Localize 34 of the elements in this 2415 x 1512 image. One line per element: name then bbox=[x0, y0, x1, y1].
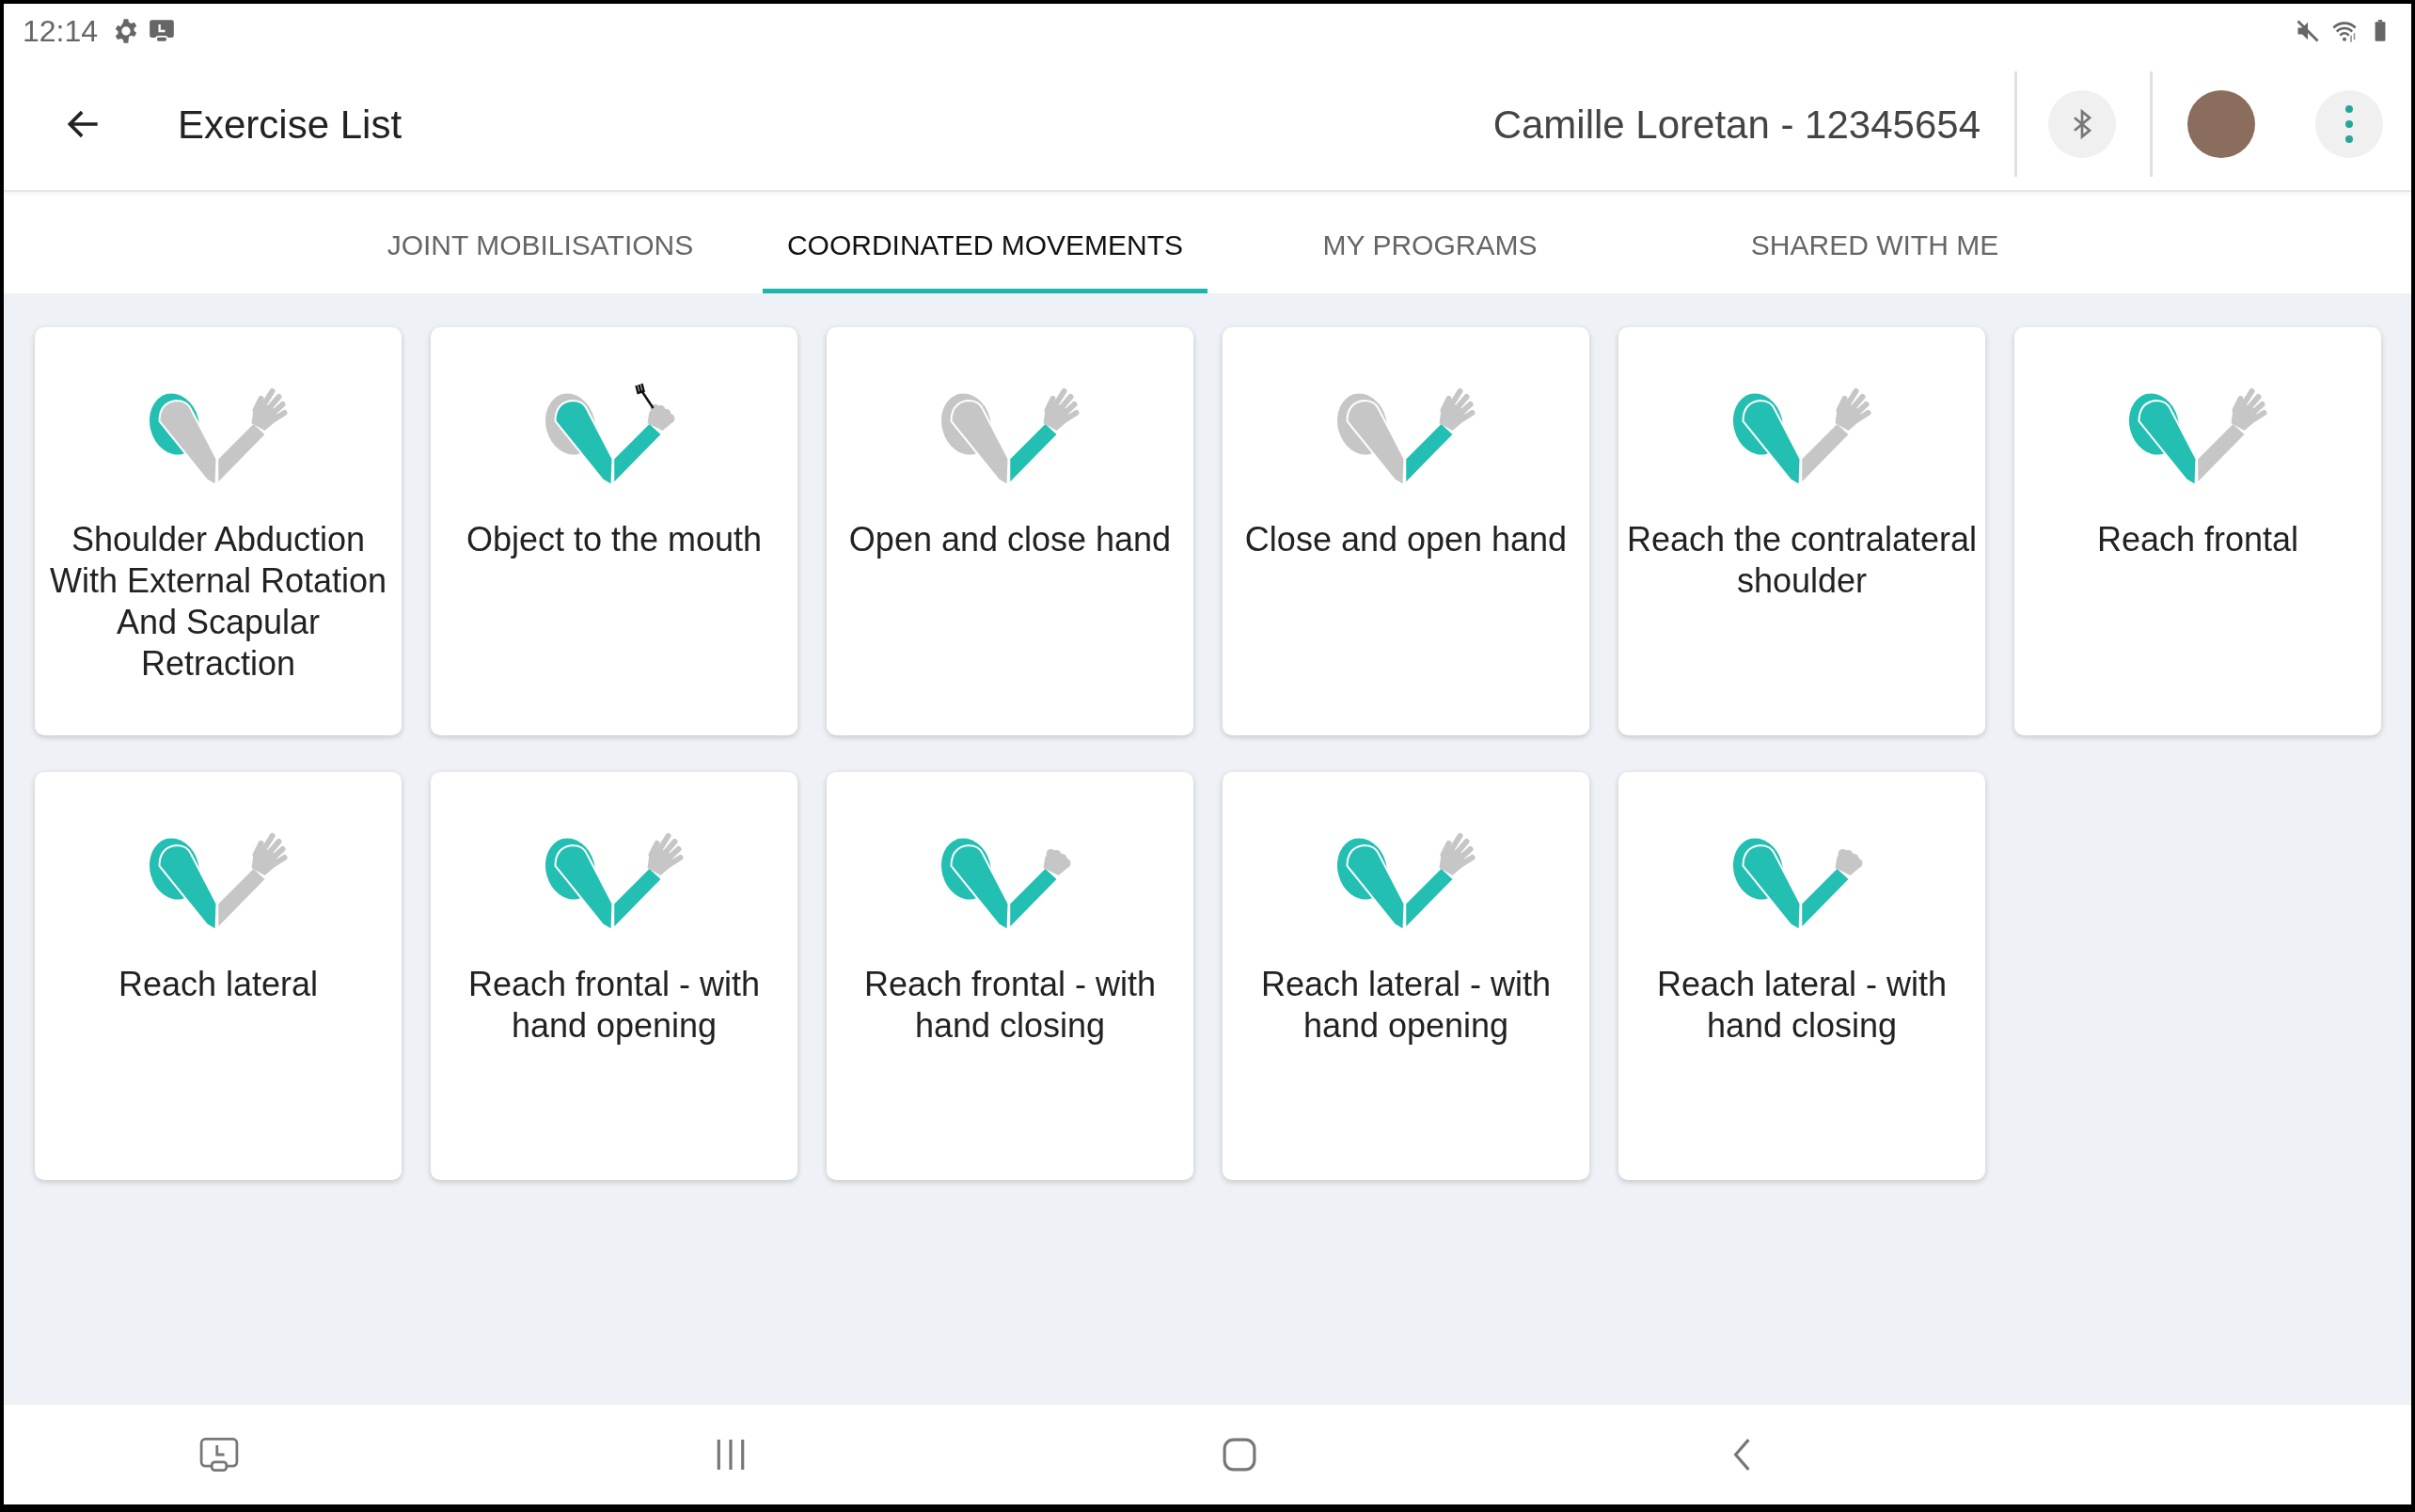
mute-icon bbox=[2295, 18, 2321, 44]
exercise-title: Close and open hand bbox=[1244, 519, 1568, 560]
screen-recorder-icon[interactable] bbox=[198, 1436, 240, 1473]
status-time: 12:14 bbox=[23, 13, 99, 50]
recent-apps-icon[interactable] bbox=[716, 1438, 747, 1472]
home-icon[interactable] bbox=[1222, 1438, 1256, 1472]
exercise-title: Reach frontal - with hand closing bbox=[862, 964, 1158, 1047]
exercise-card[interactable]: Reach frontal - with hand opening bbox=[431, 772, 797, 1180]
exercise-card[interactable]: Reach lateral - with hand closing bbox=[1618, 772, 1985, 1180]
exercise-card[interactable]: Reach lateral - with hand opening bbox=[1223, 772, 1589, 1180]
exercise-card[interactable]: Open and close hand bbox=[827, 327, 1193, 735]
patient-name: Camille Loretan - 12345654 bbox=[1492, 101, 1981, 149]
exercise-title: Reach the contralateral shoulder bbox=[1625, 519, 1979, 602]
exercise-title: Reach frontal bbox=[2096, 519, 2299, 560]
exercise-title: Reach frontal - with hand opening bbox=[466, 964, 762, 1047]
exercise-card[interactable]: Reach frontal bbox=[2014, 327, 2381, 735]
exercise-card[interactable]: Object to the mouth bbox=[431, 327, 797, 735]
tab[interactable]: MY PROGRAMS bbox=[1208, 192, 1652, 293]
page-title: Exercise List bbox=[178, 101, 402, 149]
exercise-title: Reach lateral bbox=[118, 964, 319, 1005]
more-icon bbox=[2344, 104, 2354, 144]
exercise-title: Reach lateral - with hand closing bbox=[1655, 964, 1949, 1047]
exercise-card[interactable]: Reach frontal - with hand closing bbox=[827, 772, 1193, 1180]
exercise-card[interactable]: Shoulder Abduction With External Rotation And Scapular Retraction bbox=[35, 327, 402, 735]
exercise-card[interactable]: Reach lateral bbox=[35, 772, 402, 1180]
exercise-title: Open and close hand bbox=[848, 519, 1172, 560]
exercise-title: Shoulder Abduction With External Rotation And Scapular Retraction bbox=[48, 519, 388, 685]
exercise-card[interactable]: Close and open hand bbox=[1223, 327, 1589, 735]
tab[interactable]: SHARED WITH ME bbox=[1652, 192, 2097, 293]
exercise-card[interactable]: Reach the contralateral shoulder bbox=[1618, 327, 1985, 735]
exercise-title: Reach lateral - with hand opening bbox=[1259, 964, 1553, 1047]
tab[interactable]: JOINT MOBILISATIONS bbox=[318, 192, 763, 293]
screen-recorder-icon bbox=[149, 18, 176, 44]
exercise-title: Object to the mouth bbox=[466, 519, 763, 560]
